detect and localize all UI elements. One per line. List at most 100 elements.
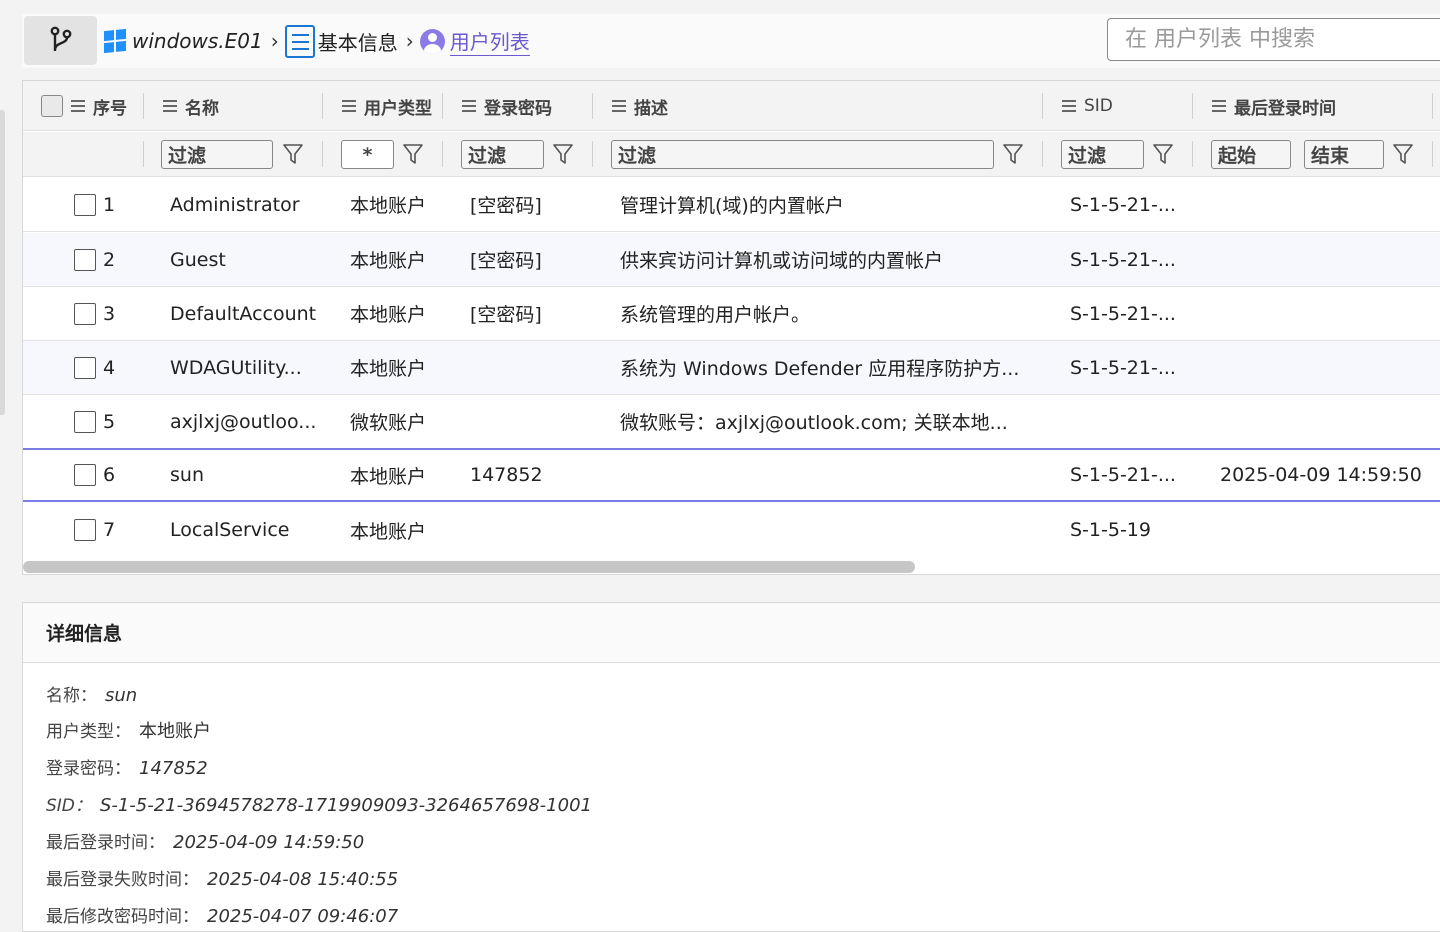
cell-index: 5: [103, 410, 116, 433]
column-header-description[interactable]: 描述: [612, 81, 668, 131]
filter-icon[interactable]: [283, 143, 303, 165]
horizontal-scrollbar[interactable]: [23, 561, 915, 573]
cell-index: 3: [103, 302, 116, 325]
search-input[interactable]: [1107, 18, 1440, 61]
breadcrumb: windows.E01 › 基本信息 › 用户列表: [104, 14, 530, 68]
breadcrumb-label: 用户列表: [449, 26, 530, 56]
cell-name: WDAGUtility...: [170, 356, 302, 379]
row-checkbox[interactable]: [74, 194, 96, 216]
cell-type: 本地账户: [350, 304, 427, 326]
cell-sid: S-1-5-21-...: [1070, 302, 1176, 325]
detail-field-sid: SID： S-1-5-21-3694578278-1719909093-32646…: [46, 795, 592, 816]
windows-icon: [104, 28, 126, 54]
cell-name: Guest: [170, 248, 226, 271]
cell-password: [空密码]: [470, 304, 542, 326]
row-checkbox[interactable]: [74, 249, 96, 271]
row-checkbox[interactable]: [74, 464, 96, 486]
cell-last-login: 2025-04-09 14:59:50: [1220, 464, 1422, 486]
filter-icon[interactable]: [553, 143, 573, 165]
cell-sid: S-1-5-21-...: [1070, 248, 1176, 271]
sid-filter-input[interactable]: 过滤: [1061, 140, 1144, 169]
cell-name: axjlxj@outloo...: [170, 410, 317, 433]
list-icon: [612, 100, 626, 112]
row-checkbox[interactable]: [74, 357, 96, 379]
type-filter-select[interactable]: *: [341, 140, 394, 169]
breadcrumb-label: windows.E01: [132, 29, 263, 53]
cell-type: 本地账户: [350, 465, 427, 488]
detail-field-name: 名称： sun: [46, 685, 138, 706]
detail-field-last-login: 最后登录时间： 2025-04-09 14:59:50: [46, 832, 365, 853]
detail-title: 详细信息: [23, 603, 1440, 663]
cell-description: 系统为 Windows Defender 应用程序防护方...: [620, 358, 1020, 380]
detail-field-last-failed-login: 最后登录失败时间： 2025-04-08 15:40:55: [46, 869, 399, 890]
table-row[interactable]: 5 axjlxj@outloo... 微软账户 微软账号：axjlxj@outl…: [23, 395, 1440, 449]
cell-type: 本地账户: [350, 195, 427, 217]
password-filter-input[interactable]: 过滤: [461, 140, 544, 169]
cell-description: 管理计算机(域)的内置帐户: [620, 195, 844, 217]
list-icon: [163, 100, 177, 112]
cell-name: sun: [170, 464, 204, 486]
cell-password: [空密码]: [470, 195, 542, 217]
cell-index: 1: [103, 193, 116, 216]
list-icon: [284, 24, 315, 58]
table-row[interactable]: 7 LocalService 本地账户 S-1-5-19: [23, 503, 1440, 557]
time-start-input[interactable]: 起始: [1211, 140, 1291, 169]
column-header-password[interactable]: 登录密码: [462, 81, 552, 131]
breadcrumb-item-user-list[interactable]: 用户列表: [419, 26, 530, 56]
column-header-sid[interactable]: SID: [1062, 81, 1113, 131]
cell-index: 7: [103, 519, 116, 541]
filter-icon[interactable]: [1003, 143, 1023, 165]
time-end-input[interactable]: 结束: [1304, 140, 1384, 169]
row-checkbox[interactable]: [74, 519, 96, 541]
detail-field-password: 登录密码： 147852: [46, 758, 208, 779]
table-row[interactable]: 4 WDAGUtility... 本地账户 系统为 Windows Defend…: [23, 341, 1440, 395]
table-row-selected[interactable]: 6 sun 本地账户 147852 S-1-5-21-... 2025-04-0…: [23, 448, 1440, 502]
row-checkbox[interactable]: [74, 303, 96, 325]
cell-index: 4: [103, 356, 116, 379]
filter-row: 过滤 * 过滤 过滤 过滤 起始 结束: [23, 132, 1440, 177]
cell-type: 本地账户: [350, 250, 427, 272]
filter-icon[interactable]: [1393, 143, 1413, 165]
cell-index: 2: [103, 248, 116, 271]
table-header: 序号 名称 用户类型 登录密码 描述 SID 最后登录时间: [23, 81, 1440, 131]
cell-name: Administrator: [170, 193, 300, 216]
branch-button[interactable]: [24, 16, 97, 65]
cell-description: 微软账号：axjlxj@outlook.com; 关联本地...: [620, 412, 1008, 434]
breadcrumb-item-windows[interactable]: windows.E01: [104, 28, 263, 54]
chevron-right-icon: ›: [405, 29, 414, 53]
chevron-right-icon: ›: [270, 29, 279, 53]
cell-type: 本地账户: [350, 520, 427, 543]
cell-description: 系统管理的用户帐户。: [620, 304, 811, 326]
row-checkbox[interactable]: [74, 411, 96, 433]
table-row[interactable]: 3 DefaultAccount 本地账户 [空密码] 系统管理的用户帐户。 S…: [23, 287, 1440, 341]
cell-type: 微软账户: [350, 412, 427, 434]
detail-field-password-changed: 最后修改密码时间： 2025-04-07 09:46:07: [46, 906, 399, 927]
column-header-type[interactable]: 用户类型: [342, 81, 432, 131]
cell-sid: S-1-5-21-...: [1070, 193, 1176, 216]
breadcrumb-label: 基本信息: [317, 30, 398, 55]
filter-icon[interactable]: [403, 143, 423, 165]
list-icon: [71, 100, 85, 112]
list-icon: [1062, 100, 1076, 112]
table-row[interactable]: 2 Guest 本地账户 [空密码] 供来宾访问计算机或访问域的内置帐户 S-1…: [23, 233, 1440, 287]
user-icon: [419, 28, 445, 54]
user-table: 序号 名称 用户类型 登录密码 描述 SID 最后登录时间 过滤 * 过滤 过滤…: [22, 80, 1440, 575]
detail-panel: 详细信息 名称： sun 用户类型： 本地账户 登录密码： 147852 SID： S-…: [22, 602, 1440, 932]
column-header-index[interactable]: 序号: [71, 81, 127, 131]
cell-index: 6: [103, 464, 116, 486]
cell-name: DefaultAccount: [170, 302, 317, 325]
git-branch-icon: [50, 26, 71, 51]
table-row[interactable]: 1 Administrator 本地账户 [空密码] 管理计算机(域)的内置帐户…: [23, 178, 1440, 232]
list-icon: [462, 100, 476, 112]
description-filter-input[interactable]: 过滤: [611, 140, 994, 169]
column-header-last-login[interactable]: 最后登录时间: [1212, 81, 1336, 131]
select-all-checkbox[interactable]: [41, 95, 63, 117]
column-header-name[interactable]: 名称: [163, 81, 219, 131]
filter-icon[interactable]: [1153, 143, 1173, 165]
cell-description: 供来宾访问计算机或访问域的内置帐户: [620, 250, 944, 272]
cell-password: [空密码]: [470, 250, 542, 272]
list-icon: [342, 100, 356, 112]
cell-name: LocalService: [170, 519, 290, 541]
breadcrumb-item-basic-info[interactable]: 基本信息: [284, 24, 398, 58]
name-filter-input[interactable]: 过滤: [161, 140, 273, 169]
